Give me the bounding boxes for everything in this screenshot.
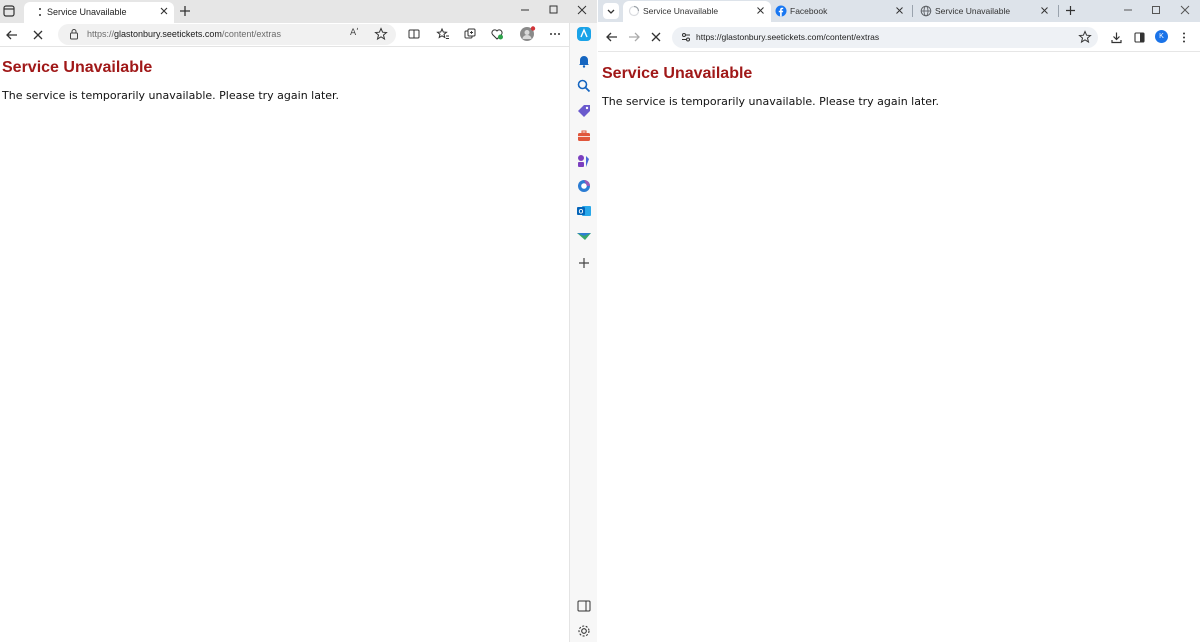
stop-loading-icon[interactable] <box>649 30 663 44</box>
edge-page-content: Service Unavailable The service is tempo… <box>0 47 569 642</box>
lock-icon[interactable] <box>68 28 80 40</box>
url-prefix: https:// <box>87 29 115 39</box>
outlook-icon[interactable]: O <box>576 203 592 219</box>
new-tab-icon[interactable] <box>178 4 192 18</box>
chrome-menu-icon[interactable] <box>1178 31 1190 44</box>
chrome-tab-title: Service Unavailable <box>643 6 719 16</box>
chrome-omnibox[interactable]: https://glastonbury.seetickets.com/conte… <box>672 27 1098 48</box>
close-tab-icon[interactable] <box>1040 6 1049 15</box>
copilot-icon[interactable] <box>576 26 592 42</box>
tab-search-chevron-icon[interactable] <box>603 3 619 19</box>
back-icon[interactable] <box>4 27 20 43</box>
close-window-icon[interactable] <box>1178 3 1192 17</box>
svg-text:O: O <box>579 210 584 216</box>
url-host: glastonbury.seetickets.com <box>114 29 222 39</box>
edge-url-text: https://glastonbury.seetickets.com/conte… <box>87 29 281 39</box>
forward-icon[interactable] <box>627 30 641 44</box>
close-tab-icon[interactable] <box>159 6 169 16</box>
page-heading: Service Unavailable <box>2 59 153 76</box>
favorites-icon[interactable] <box>436 27 450 41</box>
chrome-page-content: Service Unavailable The service is tempo… <box>598 52 1200 642</box>
side-panel-icon[interactable] <box>1133 31 1146 44</box>
edge-window: Service Unavailable https://glastonbury.… <box>0 0 597 642</box>
maximize-icon[interactable] <box>1149 3 1163 17</box>
shopping-tag-icon[interactable] <box>576 103 592 119</box>
settings-gear-icon[interactable] <box>576 623 592 639</box>
close-window-icon[interactable] <box>575 3 589 17</box>
page-message: The service is temporarily unavailable. … <box>602 95 940 108</box>
drop-icon[interactable] <box>576 228 592 244</box>
edge-sidebar: O <box>569 23 597 642</box>
back-icon[interactable] <box>605 30 619 44</box>
maximize-icon[interactable] <box>546 3 560 17</box>
add-sidebar-app-icon[interactable] <box>576 255 592 271</box>
collections-icon[interactable] <box>463 27 477 41</box>
stop-loading-icon[interactable] <box>30 27 46 43</box>
tab-separator <box>1058 5 1059 17</box>
edge-toolbar: https://glastonbury.seetickets.com/conte… <box>0 23 597 47</box>
chrome-window: Service Unavailable Facebook Service Una… <box>598 0 1200 642</box>
close-tab-icon[interactable] <box>756 6 765 15</box>
loading-throbber-icon <box>628 5 640 17</box>
games-icon[interactable] <box>576 153 592 169</box>
more-options-icon[interactable] <box>548 27 562 41</box>
search-icon[interactable] <box>576 78 592 94</box>
edge-tab-title: Service Unavailable <box>47 7 127 17</box>
chrome-url-text: https://glastonbury.seetickets.com/conte… <box>696 32 880 42</box>
minimize-icon[interactable] <box>518 3 532 17</box>
notifications-bell-icon[interactable] <box>576 53 592 69</box>
loading-spinner-icon <box>36 7 44 17</box>
site-info-icon[interactable] <box>680 31 692 43</box>
close-tab-icon[interactable] <box>895 6 904 15</box>
split-screen-icon[interactable] <box>407 27 421 41</box>
favorite-star-icon[interactable] <box>374 27 388 41</box>
edge-address-bar[interactable]: https://glastonbury.seetickets.com/conte… <box>58 24 396 45</box>
bookmark-star-icon[interactable] <box>1078 30 1092 44</box>
globe-icon <box>920 5 932 17</box>
download-icon[interactable] <box>1110 31 1123 44</box>
chrome-tab-2[interactable]: Service Unavailable <box>915 1 1055 22</box>
chrome-tab-title: Service Unavailable <box>935 6 1011 16</box>
browser-essentials-icon[interactable] <box>490 27 504 41</box>
page-heading: Service Unavailable <box>602 65 753 82</box>
page-message: The service is temporarily unavailable. … <box>2 89 340 102</box>
profile-avatar-icon[interactable] <box>518 25 536 43</box>
workspaces-icon[interactable] <box>2 4 18 20</box>
tools-briefcase-icon[interactable] <box>576 128 592 144</box>
hide-sidebar-icon[interactable] <box>576 598 592 614</box>
chrome-tab-1[interactable]: Facebook <box>770 1 910 22</box>
microsoft-365-icon[interactable] <box>576 178 592 194</box>
edge-tab-strip: Service Unavailable <box>0 0 597 23</box>
new-tab-icon[interactable] <box>1064 4 1077 17</box>
chrome-tab-title: Facebook <box>790 6 828 16</box>
minimize-icon[interactable] <box>1121 3 1135 17</box>
chrome-tab-0[interactable]: Service Unavailable <box>623 1 771 22</box>
tab-separator <box>912 5 913 17</box>
read-aloud-icon[interactable]: Aʹ <box>350 28 359 38</box>
facebook-icon <box>775 5 787 17</box>
edge-tab-active[interactable]: Service Unavailable <box>24 2 174 23</box>
profile-avatar[interactable]: K <box>1155 30 1168 43</box>
chrome-toolbar: https://glastonbury.seetickets.com/conte… <box>598 22 1200 52</box>
url-path: /content/extras <box>221 29 281 39</box>
chrome-tab-strip: Service Unavailable Facebook Service Una… <box>598 0 1200 22</box>
